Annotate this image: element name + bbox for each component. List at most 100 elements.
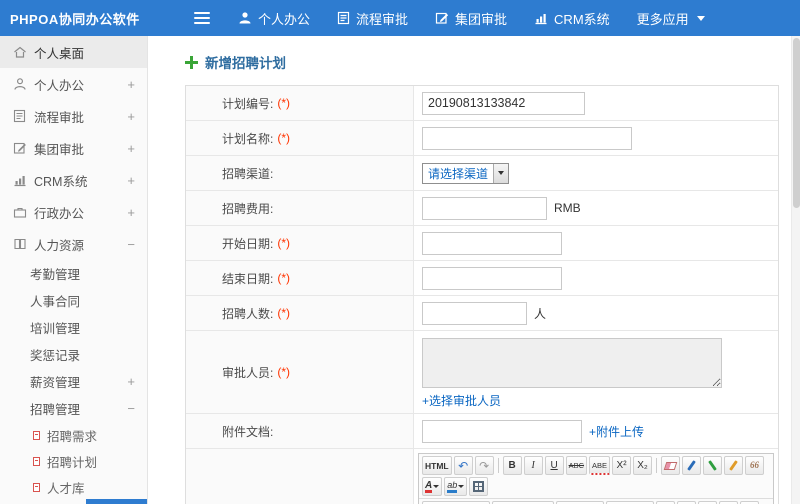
fee-input[interactable] <box>422 196 547 220</box>
sidebar-item-hr-contract[interactable]: 人事合同 <box>0 287 147 314</box>
underline-button[interactable]: U <box>544 456 564 475</box>
plan-no-input[interactable] <box>422 91 585 115</box>
field-label: 招聘费用: <box>222 201 274 216</box>
expand-toggle[interactable]: + <box>127 78 135 91</box>
required-mark: (*) <box>277 96 291 110</box>
collapse-toggle[interactable]: − <box>127 402 135 415</box>
start-date-input[interactable] <box>422 231 562 255</box>
pen-icon <box>708 460 717 471</box>
expand-toggle[interactable]: + <box>127 375 135 388</box>
field-label: 附件文档: <box>222 424 274 439</box>
sidebar-item-admin-office[interactable]: 行政办公 + <box>0 196 147 228</box>
format-brush-button[interactable] <box>682 456 702 475</box>
expand-toggle[interactable]: + <box>127 174 135 187</box>
sidebar-item-label: 人才库 <box>47 481 85 496</box>
bold-button[interactable]: B <box>502 456 522 475</box>
menu-toggle-button[interactable] <box>194 9 210 27</box>
chevron-down-icon <box>696 15 705 21</box>
sidebar-item-workflow-approval[interactable]: 流程审批 + <box>0 100 147 132</box>
font-color-button[interactable] <box>422 477 443 496</box>
editor-toolbar-row1: HTML ↶ ↷ B I U ABC ABE X² X₂ <box>419 454 773 499</box>
sidebar-item-recruit-plan[interactable]: 招聘计划 <box>0 448 147 474</box>
plan-name-input[interactable] <box>422 126 632 150</box>
approver-textarea[interactable] <box>422 338 722 388</box>
pencil-button[interactable] <box>724 456 744 475</box>
channel-select[interactable]: 请选择渠道 <box>422 162 510 184</box>
sidebar-item-training[interactable]: 培训管理 <box>0 314 147 341</box>
scrollbar-thumb[interactable] <box>793 38 800 208</box>
html-source-button[interactable]: HTML <box>422 456 452 475</box>
choose-approver-link[interactable]: +选择审批人员 <box>422 392 501 409</box>
strikethrough-button[interactable]: ABC <box>565 456 588 475</box>
sidebar-item-personal-desktop[interactable]: 个人桌面 <box>0 36 147 68</box>
vertical-scrollbar[interactable] <box>791 36 800 504</box>
field-label: 开始日期: <box>222 236 274 251</box>
spellcheck-button[interactable]: ABE <box>589 456 611 475</box>
sidebar-item-personal-office[interactable]: 个人办公 + <box>0 68 147 100</box>
sidebar-item-recruit-demand[interactable]: 招聘需求 <box>0 422 147 448</box>
doc-icon <box>33 430 40 440</box>
nav-label: 更多应用 <box>636 11 689 27</box>
editor-row: HTML ↶ ↷ B I U ABC ABE X² X₂ 66 A ab <box>186 449 778 504</box>
insert-table-button[interactable] <box>469 477 489 496</box>
remove-format-button[interactable] <box>661 456 681 475</box>
headcount-input[interactable] <box>422 301 527 325</box>
bar-chart-icon <box>12 173 27 188</box>
sidebar-item-group-approval[interactable]: 集团审批 + <box>0 132 147 164</box>
sidebar-item-hr[interactable]: 人力资源 − <box>0 228 147 260</box>
field-label: 招聘渠道: <box>222 166 274 181</box>
bg-color-button[interactable] <box>444 477 468 496</box>
required-mark: (*) <box>277 271 291 285</box>
subscript-button[interactable]: X₂ <box>633 456 653 475</box>
superscript-button[interactable]: X² <box>612 456 632 475</box>
recruit-plan-form: 计划编号: (*) 计划名称: (*) 招聘渠道: <box>185 85 779 504</box>
edit-square-icon <box>12 141 27 156</box>
nav-item-workflow-approval[interactable]: 流程审批 <box>337 9 408 28</box>
end-date-input[interactable] <box>422 266 562 290</box>
undo-button[interactable]: ↶ <box>453 456 473 475</box>
toolbar-separator <box>497 458 499 473</box>
sidebar-item-rewards[interactable]: 奖惩记录 <box>0 341 147 368</box>
doc-icon <box>33 482 40 492</box>
edit-square-icon <box>435 11 449 25</box>
pencil-icon <box>729 460 738 471</box>
nav-item-group-approval[interactable]: 集团审批 <box>435 9 507 28</box>
collapse-toggle[interactable]: − <box>127 238 135 251</box>
sidebar-item-label: 个人桌面 <box>34 46 85 61</box>
nav-item-personal-office[interactable]: 个人办公 <box>238 9 310 28</box>
field-label: 招聘人数: <box>222 306 274 321</box>
doc-icon <box>33 456 40 466</box>
application-window: PHPOA协同办公软件 个人办公 流程审批 集团审批 CRM系统 更多应用 个人… <box>0 0 800 504</box>
sidebar-item-talent-pool[interactable]: 人才库 <box>0 474 147 500</box>
nav-label: 集团审批 <box>455 11 508 27</box>
sidebar-item-attendance[interactable]: 考勤管理 <box>0 260 147 287</box>
workflow-doc-icon <box>12 109 27 124</box>
top-nav: 个人办公 流程审批 集团审批 CRM系统 更多应用 <box>238 9 705 28</box>
nav-label: 流程审批 <box>356 11 409 27</box>
expand-toggle[interactable]: + <box>127 110 135 123</box>
expand-toggle[interactable]: + <box>127 206 135 219</box>
sidebar-item-label: 流程审批 <box>34 110 85 125</box>
attachment-input[interactable] <box>422 419 582 443</box>
nav-item-crm[interactable]: CRM系统 <box>534 9 610 28</box>
sidebar-item-salary[interactable]: 薪资管理 + <box>0 368 147 395</box>
italic-button[interactable]: I <box>523 456 543 475</box>
approver-row: 审批人员: (*) +选择审批人员 <box>186 331 778 414</box>
sidebar-item-label: 奖惩记录 <box>30 349 81 363</box>
sidebar-hscroll-thumb[interactable] <box>86 499 147 504</box>
sidebar-item-label: 招聘需求 <box>47 429 98 444</box>
blockquote-button[interactable] <box>745 456 765 475</box>
sidebar-item-recruit-mgmt[interactable]: 招聘管理 − <box>0 395 147 422</box>
nav-label: CRM系统 <box>554 11 610 27</box>
toolbar-separator <box>656 458 658 473</box>
redo-button[interactable]: ↷ <box>474 456 494 475</box>
book-icon <box>12 237 27 252</box>
upload-attachment-link[interactable]: +附件上传 <box>589 423 644 440</box>
sidebar-item-crm[interactable]: CRM系统 + <box>0 164 147 196</box>
sidebar-item-label: 个人办公 <box>34 78 85 93</box>
pen-button[interactable] <box>703 456 723 475</box>
expand-toggle[interactable]: + <box>127 142 135 155</box>
nav-item-more-apps[interactable]: 更多应用 <box>637 9 705 28</box>
sidebar-item-label: 薪资管理 <box>30 376 81 390</box>
app-logo[interactable]: PHPOA协同办公软件 <box>0 9 148 28</box>
